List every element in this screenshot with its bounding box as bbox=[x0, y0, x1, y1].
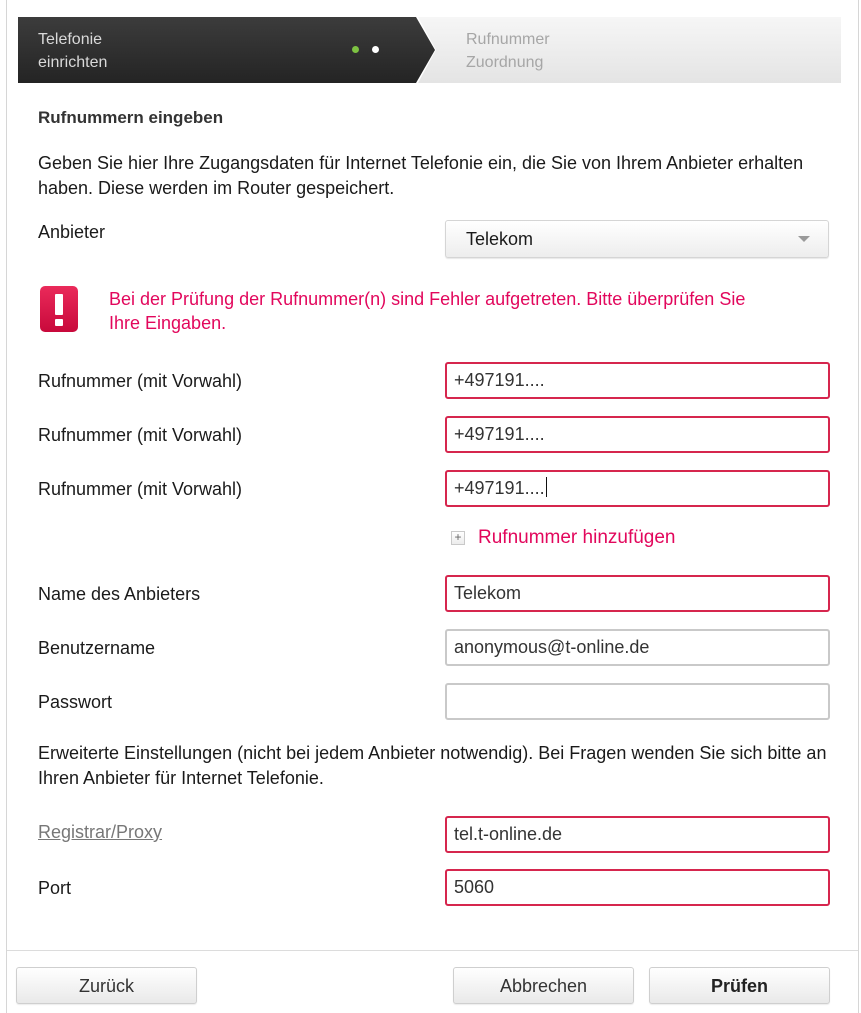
progress-dot-current bbox=[372, 46, 379, 53]
page-title: Rufnummern eingeben bbox=[38, 108, 224, 127]
port-label: Port bbox=[38, 878, 72, 898]
registrar-proxy-input[interactable]: tel.t-online.de bbox=[445, 816, 830, 853]
wizard-step-zuordnung: Rufnummer Zuordnung bbox=[418, 17, 841, 83]
registrar-proxy-value: tel.t-online.de bbox=[454, 824, 563, 844]
provider-label: Anbieter bbox=[38, 222, 106, 242]
phone-number-input-1[interactable]: +497191.... bbox=[445, 362, 830, 399]
advanced-settings-text: Erweiterte Einstellungen (nicht bei jede… bbox=[38, 743, 827, 788]
phone-number-label-2: Rufnummer (mit Vorwahl) bbox=[38, 425, 243, 445]
username-input[interactable]: anonymous@t-online.de bbox=[445, 629, 830, 666]
phone-number-value-2: +497191.... bbox=[454, 424, 545, 444]
provider-name-label: Name des Anbieters bbox=[38, 584, 201, 604]
phone-number-input-3[interactable]: +497191.... bbox=[445, 470, 830, 507]
check-button[interactable]: Prüfen bbox=[649, 967, 830, 1004]
registrar-proxy-link[interactable]: Registrar/Proxy bbox=[38, 822, 162, 843]
wizard-step1-line1: Telefonie bbox=[38, 31, 103, 48]
add-number-label: Rufnummer hinzufügen bbox=[478, 527, 676, 548]
back-button[interactable]: Zurück bbox=[16, 967, 197, 1004]
plus-icon: + bbox=[451, 531, 465, 545]
username-label: Benutzername bbox=[38, 638, 156, 658]
exclamation-icon bbox=[40, 286, 78, 332]
chevron-down-icon bbox=[798, 236, 810, 242]
port-input[interactable]: 5060 bbox=[445, 869, 830, 906]
provider-name-value: Telekom bbox=[454, 583, 522, 603]
phone-number-value-3: +497191.... bbox=[454, 478, 545, 498]
text-caret bbox=[545, 477, 547, 497]
wizard-step-label: Telefonie einrichten bbox=[38, 28, 107, 74]
port-value: 5060 bbox=[454, 877, 495, 897]
password-label: Passwort bbox=[38, 692, 113, 712]
provider-select[interactable]: Telekom bbox=[445, 220, 829, 258]
wizard-step-telefonie: Telefonie einrichten bbox=[18, 17, 435, 83]
intro-text: Geben Sie hier Ihre Zugangsdaten für Int… bbox=[38, 153, 804, 198]
wizard-step-label: Rufnummer Zuordnung bbox=[466, 28, 550, 74]
wizard-step2-line2: Zuordnung bbox=[466, 54, 544, 71]
provider-selected-value: Telekom bbox=[466, 229, 534, 249]
phone-number-value-1: +497191.... bbox=[454, 370, 545, 390]
cancel-button[interactable]: Abbrechen bbox=[453, 967, 634, 1004]
phone-number-input-2[interactable]: +497191.... bbox=[445, 416, 830, 453]
password-input[interactable] bbox=[445, 683, 830, 720]
phone-number-label-1: Rufnummer (mit Vorwahl) bbox=[38, 371, 243, 391]
phone-number-label-3: Rufnummer (mit Vorwahl) bbox=[38, 479, 243, 499]
wizard-step2-line1: Rufnummer bbox=[466, 31, 550, 48]
wizard-step1-line2: einrichten bbox=[38, 54, 108, 71]
provider-name-input[interactable]: Telekom bbox=[445, 575, 830, 612]
error-message: Bei der Prüfung der Rufnummer(n) sind Fe… bbox=[109, 289, 746, 333]
progress-dot-active bbox=[352, 46, 359, 53]
footer-divider bbox=[7, 950, 858, 951]
username-value: anonymous@t-online.de bbox=[454, 637, 650, 657]
wizard-steps: Telefonie einrichten Rufnummer Zuordnung bbox=[18, 17, 841, 83]
